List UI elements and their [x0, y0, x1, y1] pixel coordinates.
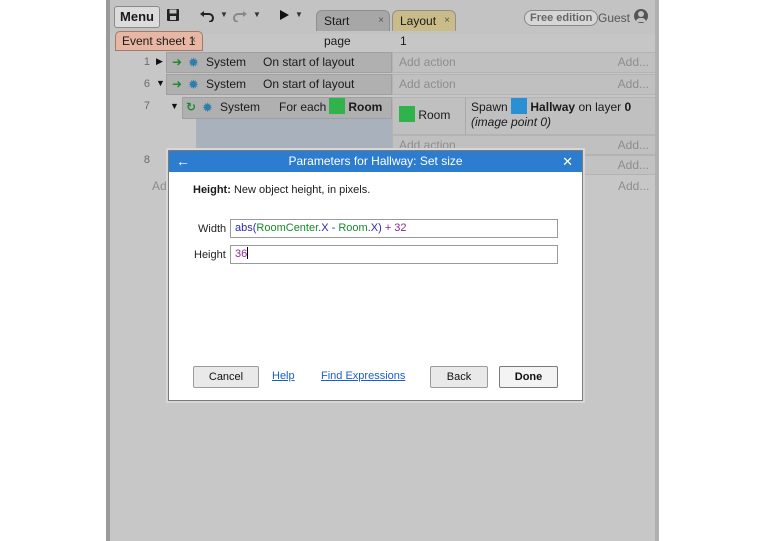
line-number: 7 [143, 100, 150, 112]
height-value: 36 [235, 248, 248, 260]
undo-dropdown-icon[interactable]: ▼ [220, 10, 228, 19]
action-object-name: Room [418, 108, 451, 122]
redo-icon[interactable] [232, 8, 248, 25]
back-button[interactable]: Back [430, 366, 488, 388]
loop-icon: ↻ [186, 100, 197, 114]
action-verb: Spawn [471, 100, 508, 114]
main-toolbar: Menu ▼ ▼ ▼ Start page × Layout 1 × Free … [106, 0, 658, 48]
tab-start-page[interactable]: Start page × [316, 10, 390, 48]
action-layer: 0 [624, 100, 632, 114]
add-link[interactable]: Add... [618, 75, 649, 94]
event-condition-row6[interactable]: ➜ ✹ System On start of layout [166, 74, 392, 95]
gear-icon: ✹ [188, 77, 199, 92]
condition-object: System [206, 77, 247, 91]
add-event-link[interactable]: Ad [152, 177, 167, 196]
condition-object: System [206, 55, 247, 69]
line-number: 6 [143, 78, 150, 90]
tab-event-sheet-1[interactable]: Event sheet 1 × [115, 31, 203, 51]
tab-event-sheet-label: Event sheet 1 [122, 34, 196, 48]
menu-button[interactable]: Menu [114, 6, 160, 28]
close-icon[interactable]: × [190, 32, 196, 50]
event-actions-row6: Add action Add... [392, 74, 656, 95]
tab-start-page-label: Start page [324, 14, 351, 48]
expr-object: Room [338, 222, 368, 234]
gear-icon: ✹ [202, 100, 213, 115]
expr-function: abs( [235, 222, 257, 234]
text-caret [247, 247, 249, 259]
action-object: Room [399, 106, 450, 125]
event-action-spawn[interactable]: Room Spawn Hallway on layer 0 (image poi… [392, 97, 656, 136]
close-icon[interactable]: × [378, 11, 384, 31]
expr-text: .X) [367, 222, 385, 234]
parameter-help: Height: New object height, in pixels. [193, 184, 370, 196]
left-edge [106, 0, 110, 541]
expr-number: + 32 [384, 222, 407, 234]
line-number: 1 [143, 56, 150, 68]
dialog-title: Parameters for Hallway: Set size [288, 154, 463, 168]
condition-object: System [220, 100, 261, 114]
condition-text-prefix: For each [279, 100, 327, 114]
action-target: Hallway [530, 100, 576, 114]
condition-object-name: Room [348, 100, 383, 114]
line-number: 8 [143, 154, 150, 166]
condition-text: On start of layout [263, 77, 355, 91]
event-actions-row1: Add action Add... [392, 52, 656, 73]
cancel-button[interactable]: Cancel [193, 366, 259, 388]
close-icon[interactable]: ✕ [562, 151, 573, 172]
save-icon[interactable] [166, 8, 180, 25]
height-label: Height [194, 249, 226, 261]
add-link[interactable]: Add... [618, 156, 649, 175]
event-condition-row7[interactable]: ↻ ✹ System For each Room [182, 97, 392, 119]
dialog-titlebar: ← Parameters for Hallway: Set size ✕ [169, 151, 582, 172]
tab-layout-1-label: Layout 1 [400, 14, 437, 48]
right-edge [655, 0, 659, 541]
condition-object-param: Room [329, 98, 382, 117]
action-note: (image point 0) [471, 115, 552, 129]
user-icon[interactable] [634, 9, 648, 23]
action-suffix: on layer [578, 100, 622, 114]
free-edition-badge[interactable]: Free edition [524, 10, 599, 26]
add-action-link[interactable]: Add action [399, 53, 456, 72]
add-link[interactable]: Add... [618, 136, 649, 155]
add-action-link[interactable]: Add action [399, 75, 456, 94]
close-icon[interactable]: × [444, 11, 450, 31]
trigger-arrow-icon: ➜ [172, 55, 183, 69]
guest-label[interactable]: Guest [598, 10, 630, 26]
tab-layout-1[interactable]: Layout 1 × [392, 10, 456, 48]
room-swatch-icon [399, 106, 415, 122]
redo-dropdown-icon[interactable]: ▼ [253, 10, 261, 19]
play-dropdown-icon[interactable]: ▼ [295, 10, 303, 19]
parameters-dialog: ← Parameters for Hallway: Set size ✕ Hei… [168, 150, 583, 401]
help-param-name: Height: [193, 184, 231, 196]
event-condition-row1[interactable]: ➜ ✹ System On start of layout [166, 52, 392, 73]
gear-icon: ✹ [188, 55, 199, 70]
help-link[interactable]: Help [272, 370, 295, 382]
trigger-arrow-icon: ➜ [172, 77, 183, 91]
collapse-arrow-icon[interactable]: ▼ [156, 78, 165, 88]
expr-text: .X - [318, 222, 339, 234]
play-icon[interactable] [278, 8, 290, 25]
done-button[interactable]: Done [499, 366, 558, 388]
collapse-arrow-icon[interactable]: ▼ [170, 101, 179, 111]
find-expressions-link[interactable]: Find Expressions [321, 370, 405, 382]
add-link[interactable]: Add... [618, 53, 649, 72]
hallway-swatch-icon [511, 98, 528, 114]
width-label: Width [198, 223, 227, 235]
condition-text: On start of layout [263, 55, 355, 69]
undo-icon[interactable] [199, 8, 215, 25]
expand-arrow-icon[interactable]: ▶ [156, 56, 163, 67]
room-swatch-icon [329, 98, 345, 114]
add-link[interactable]: Add... [618, 177, 649, 196]
back-arrow-icon[interactable]: ← [176, 151, 190, 172]
width-field[interactable]: abs(RoomCenter.X - Room.X) + 32 [230, 219, 558, 238]
expr-object: RoomCenter [256, 222, 319, 234]
height-field[interactable]: 36 [230, 245, 558, 264]
help-description: New object height, in pixels. [233, 184, 371, 196]
divider [465, 98, 466, 136]
